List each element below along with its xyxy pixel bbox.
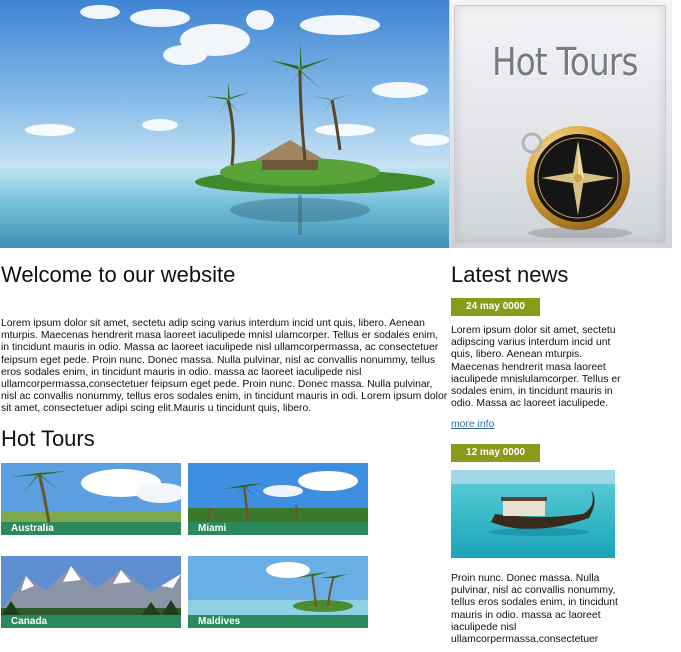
news-date-badge: 12 may 0000 (451, 444, 540, 462)
tour-card-miami[interactable]: Miami (188, 463, 368, 535)
tour-label: Miami (188, 522, 368, 535)
compass-icon (521, 126, 632, 238)
news-item-text: Lorem ipsum dolor sit amet, sectetu adip… (451, 325, 621, 410)
tour-card-maldives[interactable]: Maldives (188, 556, 368, 628)
hot-tours-logo-panel: Hot Tours (449, 0, 672, 248)
logo-text: Hot Tours (492, 40, 638, 84)
news-boat-image (451, 470, 615, 558)
tour-card-canada[interactable]: Canada (1, 556, 181, 628)
tour-card-australia[interactable]: Australia (1, 463, 181, 535)
tour-label: Canada (1, 615, 181, 628)
welcome-heading: Welcome to our website (1, 262, 236, 287)
news-date-badge: 24 may 0000 (451, 298, 540, 316)
hero-image (0, 0, 449, 248)
hot-tours-heading: Hot Tours (1, 426, 95, 451)
more-info-link[interactable]: more info (451, 419, 494, 430)
header-banner: Hot Tours (0, 0, 672, 248)
tour-label: Australia (1, 522, 181, 535)
welcome-paragraph: Lorem ipsum dolor sit amet, sectetu adip… (1, 318, 448, 415)
news-item-text: Proin nunc. Donec massa. Nulla pulvinar,… (451, 573, 618, 646)
tour-label: Maldives (188, 615, 368, 628)
latest-news-heading: Latest news (451, 262, 569, 287)
